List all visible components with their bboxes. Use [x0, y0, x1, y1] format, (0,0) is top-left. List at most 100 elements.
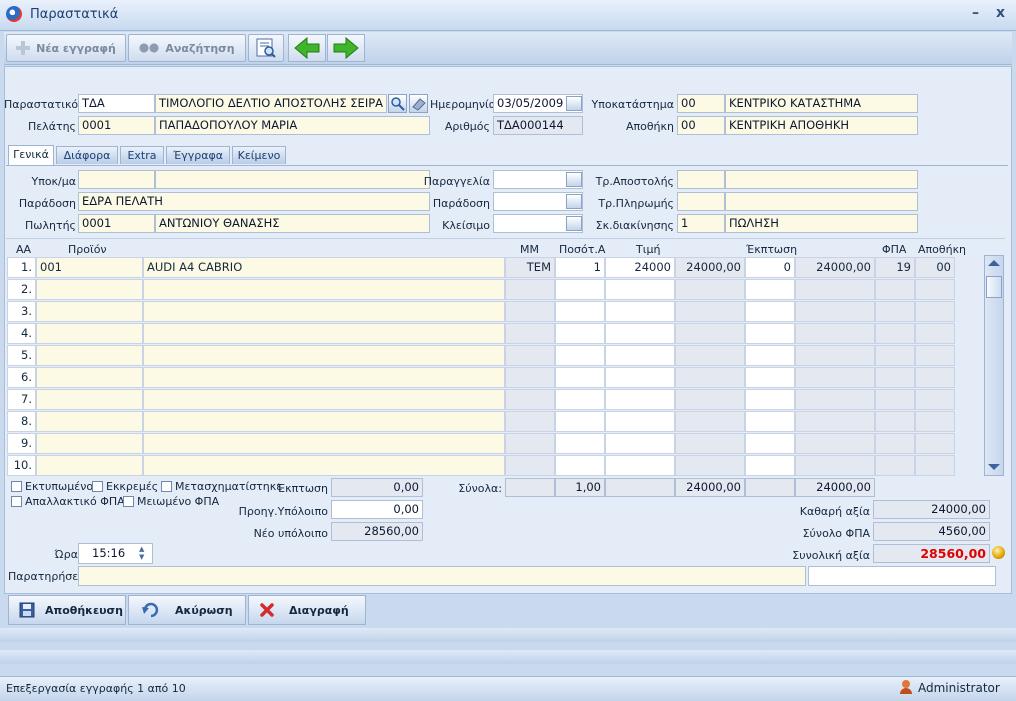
payment-code-input[interactable]: [677, 192, 725, 211]
purpose-code-input[interactable]: 1: [677, 214, 725, 233]
amount-cell[interactable]: [675, 389, 745, 410]
spin-down-icon[interactable]: ▼: [139, 553, 151, 561]
grid-scrollbar[interactable]: [984, 255, 1004, 476]
unit-cell[interactable]: [505, 389, 555, 410]
product-code-cell[interactable]: 001: [36, 257, 143, 278]
warehouse-cell[interactable]: [915, 455, 955, 476]
unit-cell[interactable]: [505, 345, 555, 366]
qty-cell[interactable]: [555, 301, 605, 322]
vat-cell[interactable]: [875, 389, 915, 410]
amount-cell[interactable]: 24000,00: [675, 257, 745, 278]
amount-cell[interactable]: [675, 411, 745, 432]
warehouse-cell[interactable]: [915, 389, 955, 410]
warehouse-cell[interactable]: [915, 411, 955, 432]
prev-balance-input[interactable]: 0,00: [331, 500, 423, 519]
net-cell[interactable]: [795, 411, 875, 432]
customer-code-input[interactable]: 0001: [78, 116, 155, 135]
amount-cell[interactable]: [675, 301, 745, 322]
warehouse-cell[interactable]: [915, 367, 955, 388]
notes-extra-input[interactable]: [808, 566, 996, 586]
order-calendar-icon[interactable]: [566, 172, 582, 187]
warehouse-cell[interactable]: [915, 301, 955, 322]
calendar-icon[interactable]: [566, 96, 582, 111]
net-cell[interactable]: [795, 389, 875, 410]
save-button[interactable]: Αποθήκευση: [8, 595, 126, 625]
delivery-calendar-icon[interactable]: [566, 194, 582, 209]
discount-cell[interactable]: [745, 389, 795, 410]
report-preview-button[interactable]: [248, 34, 284, 62]
delete-button[interactable]: Διαγραφή: [248, 595, 366, 625]
product-code-cell[interactable]: [36, 367, 143, 388]
vat-reduced-checkbox[interactable]: [123, 496, 134, 507]
discount-cell[interactable]: [745, 411, 795, 432]
amount-cell[interactable]: [675, 279, 745, 300]
amount-cell[interactable]: [675, 323, 745, 344]
previous-record-button[interactable]: [288, 34, 326, 62]
product-code-cell[interactable]: [36, 455, 143, 476]
warehouse-cell[interactable]: [915, 345, 955, 366]
seller-code-input[interactable]: 0001: [78, 214, 155, 233]
doc-type-clear-button[interactable]: [409, 94, 428, 113]
qty-cell[interactable]: [555, 389, 605, 410]
amount-cell[interactable]: [675, 367, 745, 388]
printed-checkbox[interactable]: [11, 481, 22, 492]
vat-cell[interactable]: 19: [875, 257, 915, 278]
product-desc-cell[interactable]: [143, 367, 505, 388]
notes-input[interactable]: [78, 566, 806, 586]
amount-cell[interactable]: [675, 433, 745, 454]
net-cell[interactable]: 24000,00: [795, 257, 875, 278]
minimize-icon[interactable]: –: [972, 5, 979, 21]
scroll-up-icon[interactable]: [988, 260, 1000, 266]
vat-cell[interactable]: [875, 411, 915, 432]
unit-cell[interactable]: [505, 301, 555, 322]
shipping-code-input[interactable]: [677, 170, 725, 189]
delivery-input[interactable]: ΕΔΡΑ ΠΕΛΑΤΗ: [78, 192, 430, 211]
tab-extra[interactable]: Extra: [120, 146, 164, 164]
product-desc-cell[interactable]: [143, 279, 505, 300]
unit-cell[interactable]: [505, 455, 555, 476]
warehouse-cell[interactable]: [915, 279, 955, 300]
product-desc-cell[interactable]: [143, 323, 505, 344]
pending-checkbox[interactable]: [92, 481, 103, 492]
product-code-cell[interactable]: [36, 301, 143, 322]
unit-cell[interactable]: ΤΕΜ: [505, 257, 555, 278]
price-cell[interactable]: [605, 389, 675, 410]
net-cell[interactable]: [795, 301, 875, 322]
discount-cell[interactable]: [745, 279, 795, 300]
net-cell[interactable]: [795, 345, 875, 366]
product-desc-cell[interactable]: [143, 411, 505, 432]
qty-cell[interactable]: [555, 411, 605, 432]
unit-cell[interactable]: [505, 367, 555, 388]
amount-cell[interactable]: [675, 345, 745, 366]
vat-cell[interactable]: [875, 323, 915, 344]
close-icon[interactable]: x: [996, 5, 1005, 21]
price-cell[interactable]: [605, 455, 675, 476]
search-button[interactable]: Αναζήτηση: [128, 34, 246, 62]
vat-cell[interactable]: [875, 345, 915, 366]
product-code-cell[interactable]: [36, 345, 143, 366]
doc-type-code-input[interactable]: ΤΔΑ: [78, 94, 155, 113]
doc-type-search-button[interactable]: [388, 94, 407, 113]
tab-general[interactable]: Γενικά: [8, 145, 54, 165]
price-cell[interactable]: [605, 433, 675, 454]
qty-cell[interactable]: [555, 345, 605, 366]
discount-cell[interactable]: [745, 433, 795, 454]
qty-cell[interactable]: [555, 367, 605, 388]
scroll-down-icon[interactable]: [988, 464, 1000, 470]
net-cell[interactable]: [795, 279, 875, 300]
product-desc-cell[interactable]: [143, 455, 505, 476]
unit-cell[interactable]: [505, 323, 555, 344]
discount-cell[interactable]: [745, 323, 795, 344]
qty-cell[interactable]: 1: [555, 257, 605, 278]
tab-documents[interactable]: Έγγραφα: [166, 146, 230, 164]
discount-cell[interactable]: [745, 455, 795, 476]
spin-up-icon[interactable]: ▲: [139, 545, 151, 553]
vat-cell[interactable]: [875, 301, 915, 322]
price-cell[interactable]: 24000: [605, 257, 675, 278]
product-desc-cell[interactable]: [143, 301, 505, 322]
vat-exempt-checkbox[interactable]: [11, 496, 22, 507]
subbranch-code-input[interactable]: [78, 170, 155, 189]
converted-checkbox[interactable]: [161, 481, 172, 492]
product-code-cell[interactable]: [36, 433, 143, 454]
price-cell[interactable]: [605, 279, 675, 300]
